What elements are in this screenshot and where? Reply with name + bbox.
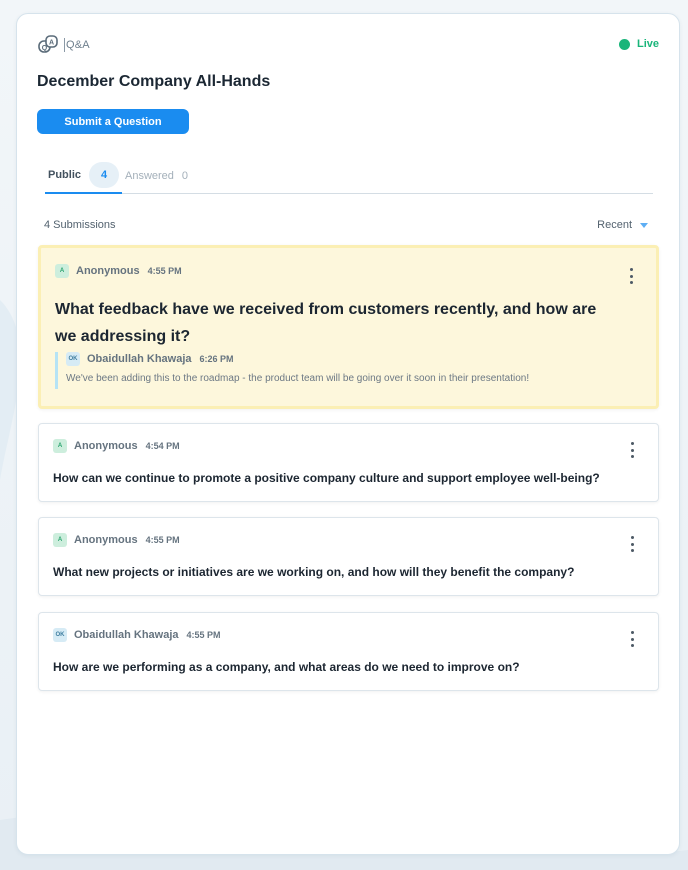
svg-text:Q: Q bbox=[42, 45, 48, 52]
tab-answered[interactable]: Answered 0 bbox=[125, 157, 188, 194]
tab-public[interactable]: Public 4 bbox=[45, 157, 122, 194]
tab-public-label: Public bbox=[48, 168, 82, 181]
panel-header: A Q Q&A Live bbox=[37, 34, 659, 58]
question-text: What new projects or initiatives are we … bbox=[53, 565, 575, 579]
tab-answered-label: Answered bbox=[125, 169, 174, 182]
reply-meta: OK Obaidullah Khawaja 6:26 PM bbox=[66, 352, 234, 366]
sort-label: Recent bbox=[597, 219, 632, 231]
chevron-down-icon bbox=[640, 222, 648, 228]
question-meta: A Anonymous 4:55 PM bbox=[53, 533, 180, 547]
reply-author: Obaidullah Khawaja bbox=[87, 353, 192, 365]
question-meta: OK Obaidullah Khawaja 4:55 PM bbox=[53, 628, 221, 642]
event-title: December Company All-Hands bbox=[37, 73, 271, 90]
question-author: Anonymous bbox=[74, 534, 138, 546]
answer-reply: OK Obaidullah Khawaja 6:26 PM We've been… bbox=[55, 352, 615, 389]
tab-bar: Public 4 Answered 0 bbox=[45, 157, 653, 194]
live-indicator-icon bbox=[618, 38, 630, 50]
question-card[interactable]: OK Obaidullah Khawaja 4:55 PM How are we… bbox=[38, 612, 659, 691]
question-meta: A Anonymous 4:55 PM bbox=[55, 264, 182, 278]
more-options-icon[interactable] bbox=[627, 536, 637, 552]
question-text: What feedback have we received from cust… bbox=[55, 301, 597, 345]
more-options-icon[interactable] bbox=[627, 442, 637, 458]
list-toolbar: 4 Submissions Recent bbox=[44, 219, 648, 235]
avatar: OK bbox=[53, 628, 67, 642]
sort-dropdown[interactable]: Recent bbox=[597, 219, 648, 231]
live-label: Live bbox=[636, 38, 659, 50]
question-card[interactable]: A Anonymous 4:54 PM How can we continue … bbox=[38, 423, 659, 502]
avatar: A bbox=[53, 439, 67, 453]
submit-question-button[interactable]: Submit a Question bbox=[37, 109, 189, 134]
live-status: Live bbox=[618, 38, 659, 50]
reply-text: We've been adding this to the roadmap - … bbox=[66, 373, 530, 384]
question-time: 4:55 PM bbox=[147, 266, 182, 276]
qa-bubbles-icon: A Q bbox=[38, 35, 58, 53]
question-time: 4:54 PM bbox=[145, 441, 180, 451]
question-meta: A Anonymous 4:54 PM bbox=[53, 439, 180, 453]
question-card[interactable]: A Anonymous 4:55 PM What new projects or… bbox=[38, 517, 659, 596]
svg-text:A: A bbox=[49, 40, 54, 47]
question-text: How are we performing as a company, and … bbox=[53, 660, 520, 674]
question-author: Obaidullah Khawaja bbox=[74, 629, 179, 641]
question-author: Anonymous bbox=[74, 440, 138, 452]
question-card-featured[interactable]: A Anonymous 4:55 PM What feedback have w… bbox=[38, 245, 659, 409]
tab-public-count: 4 bbox=[89, 161, 120, 188]
more-options-icon[interactable] bbox=[627, 631, 637, 647]
avatar: A bbox=[53, 533, 67, 547]
more-options-icon[interactable] bbox=[626, 268, 636, 284]
avatar: A bbox=[55, 264, 69, 278]
question-time: 4:55 PM bbox=[145, 535, 180, 545]
question-text: How can we continue to promote a positiv… bbox=[53, 471, 600, 485]
submissions-count: 4 Submissions bbox=[44, 219, 116, 231]
avatar: OK bbox=[66, 352, 80, 366]
brand: A Q Q&A bbox=[37, 34, 90, 56]
reply-time: 6:26 PM bbox=[199, 354, 234, 364]
tab-answered-count: 0 bbox=[181, 169, 189, 182]
question-author: Anonymous bbox=[76, 265, 140, 277]
question-time: 4:55 PM bbox=[186, 630, 221, 640]
brand-divider bbox=[64, 38, 65, 52]
qa-panel: A Q Q&A Live December Company All-Hands … bbox=[16, 13, 680, 855]
brand-label: Q&A bbox=[66, 39, 90, 51]
